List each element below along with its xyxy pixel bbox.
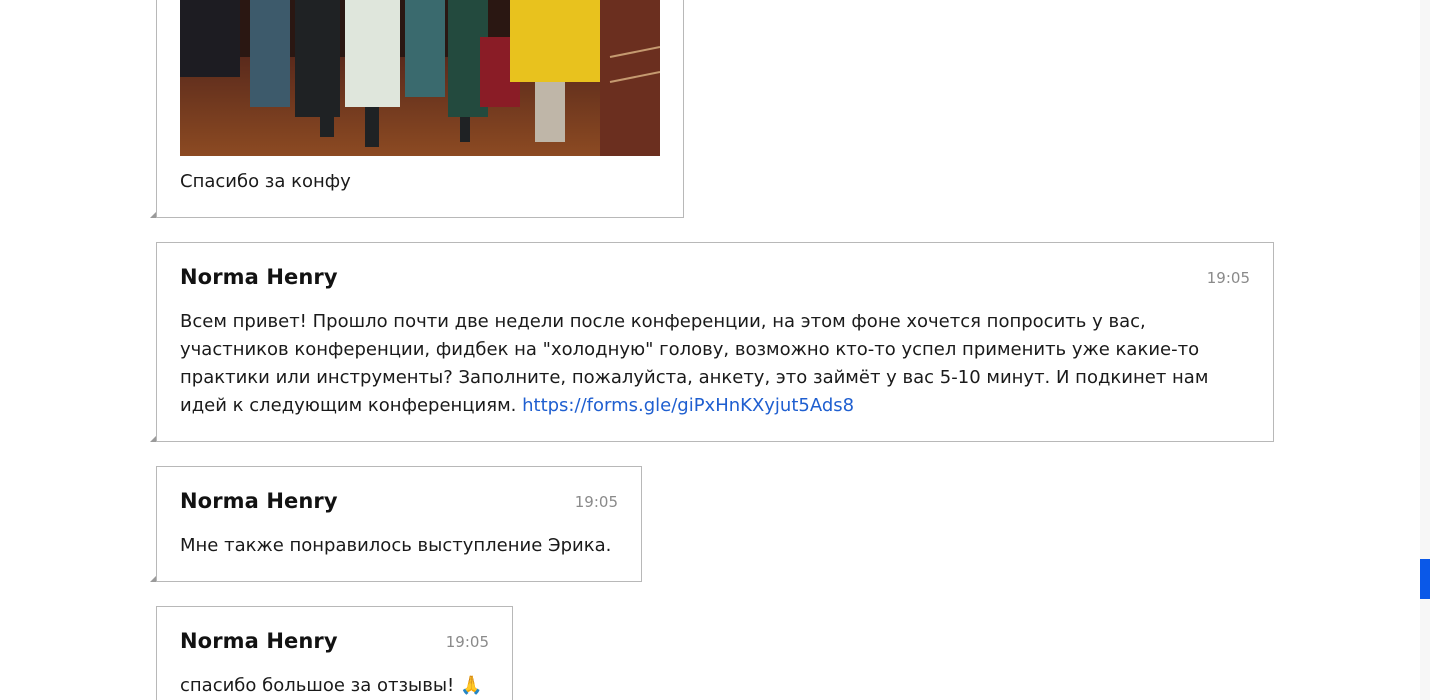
photo-caption: Спасибо за конфу: [180, 171, 351, 192]
photo-message: Спасибо за конфу: [150, 0, 684, 218]
message-bubble: Norma Henry 19:05 спасибо большое за отз…: [156, 606, 513, 700]
photo-image: [180, 0, 660, 156]
message-time: 19:05: [1206, 269, 1250, 287]
bubble-tail: [150, 576, 156, 582]
message-time: 19:05: [574, 493, 618, 511]
message-text: спасибо большое за отзывы! 🙏: [180, 675, 483, 696]
message-bubble: Norma Henry 19:05 Мне также понравилось …: [150, 466, 642, 582]
conference-group-photo[interactable]: [180, 0, 660, 156]
message-time: 19:05: [445, 633, 489, 651]
message-author[interactable]: Norma Henry: [180, 629, 338, 653]
message-text: Мне также понравилось выступление Эрика.: [180, 535, 612, 556]
bubble-tail: [150, 212, 156, 218]
message-bubble: Norma Henry 19:05 Всем привет! Прошло по…: [150, 242, 1274, 442]
bubble-tail: [150, 436, 156, 442]
scrollbar-thumb[interactable]: [1420, 559, 1430, 599]
feedback-form-link[interactable]: https://forms.gle/giPxHnKXyjut5Ads8: [522, 395, 854, 416]
chat-feed: Спасибо за конфу Norma Henry 19:05 Всем …: [0, 0, 1430, 700]
message-text: Всем привет! Прошло почти две недели пос…: [180, 308, 1255, 420]
message-author[interactable]: Norma Henry: [180, 489, 338, 513]
message-author[interactable]: Norma Henry: [180, 265, 338, 289]
